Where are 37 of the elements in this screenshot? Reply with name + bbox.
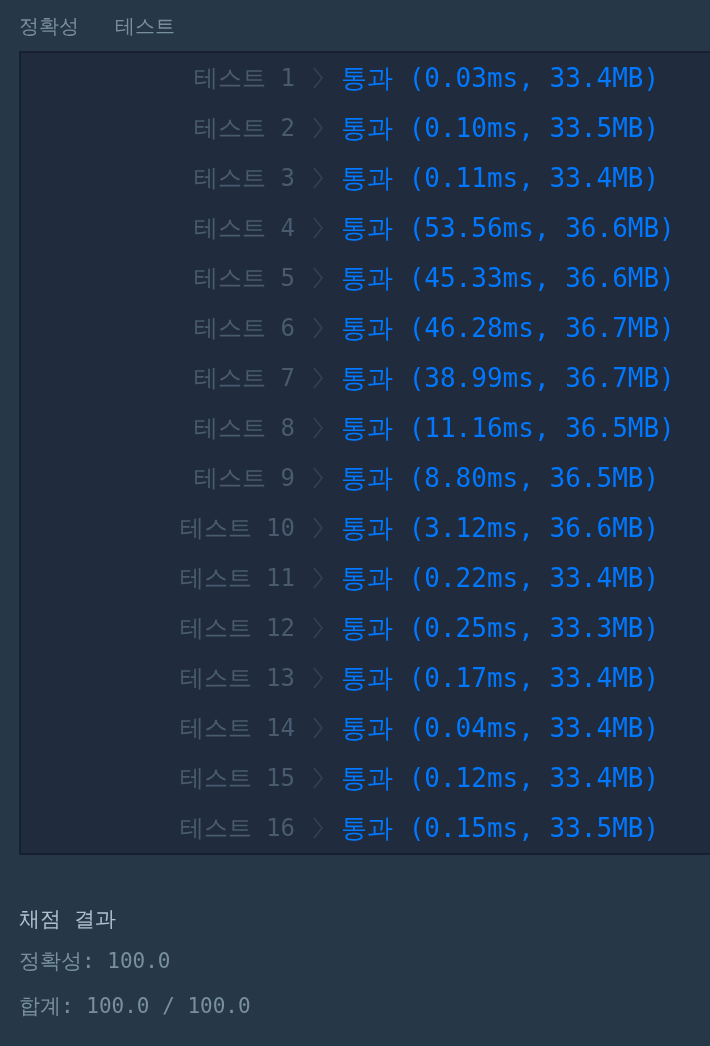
chevron-icon xyxy=(313,517,323,539)
chevron-icon xyxy=(313,67,323,89)
test-result: 통과 (8.80ms, 36.5MB) xyxy=(341,461,660,495)
chevron-icon xyxy=(313,167,323,189)
chevron-icon xyxy=(313,217,323,239)
tab[interactable]: 정확성 xyxy=(19,10,79,41)
chevron-icon xyxy=(313,567,323,589)
chevron-icon xyxy=(313,117,323,139)
summary-line: 합계: 100.0 / 100.0 xyxy=(19,993,252,1020)
test-result: 통과 (0.25ms, 33.3MB) xyxy=(341,611,660,645)
test-result: 통과 (0.04ms, 33.4MB) xyxy=(341,711,660,745)
test-result: 통과 (0.11ms, 33.4MB) xyxy=(341,161,660,195)
chevron-icon xyxy=(313,817,323,839)
test-result: 통과 (0.10ms, 33.5MB) xyxy=(341,111,660,145)
test-result: 통과 (53.56ms, 36.6MB) xyxy=(341,211,675,245)
chevron-icon xyxy=(313,467,323,489)
chevron-icon xyxy=(313,417,323,439)
test-result: 통과 (0.12ms, 33.4MB) xyxy=(341,761,660,795)
test-result: 통과 (11.16ms, 36.5MB) xyxy=(341,411,675,445)
test-result: 통과 (0.17ms, 33.4MB) xyxy=(341,661,660,695)
chevron-icon xyxy=(313,267,323,289)
chevron-icon xyxy=(313,317,323,339)
test-result: 통과 (38.99ms, 36.7MB) xyxy=(341,361,675,395)
test-result: 통과 (0.03ms, 33.4MB) xyxy=(341,61,660,95)
chevron-icon xyxy=(313,717,323,739)
tab[interactable]: 테스트 xyxy=(115,10,175,41)
summary-title: 채점 결과 xyxy=(19,906,117,933)
test-result: 통과 (3.12ms, 36.6MB) xyxy=(341,511,660,545)
chevron-icon xyxy=(313,617,323,639)
test-result: 통과 (0.15ms, 33.5MB) xyxy=(341,811,660,845)
test-result: 통과 (46.28ms, 36.7MB) xyxy=(341,311,675,345)
chevron-icon xyxy=(313,667,323,689)
test-result: 통과 (45.33ms, 36.6MB) xyxy=(341,261,675,295)
chevron-icon xyxy=(313,367,323,389)
chevron-icon xyxy=(313,767,323,789)
summary-line: 정확성: 100.0 xyxy=(19,948,172,975)
test-result: 통과 (0.22ms, 33.4MB) xyxy=(341,561,660,595)
